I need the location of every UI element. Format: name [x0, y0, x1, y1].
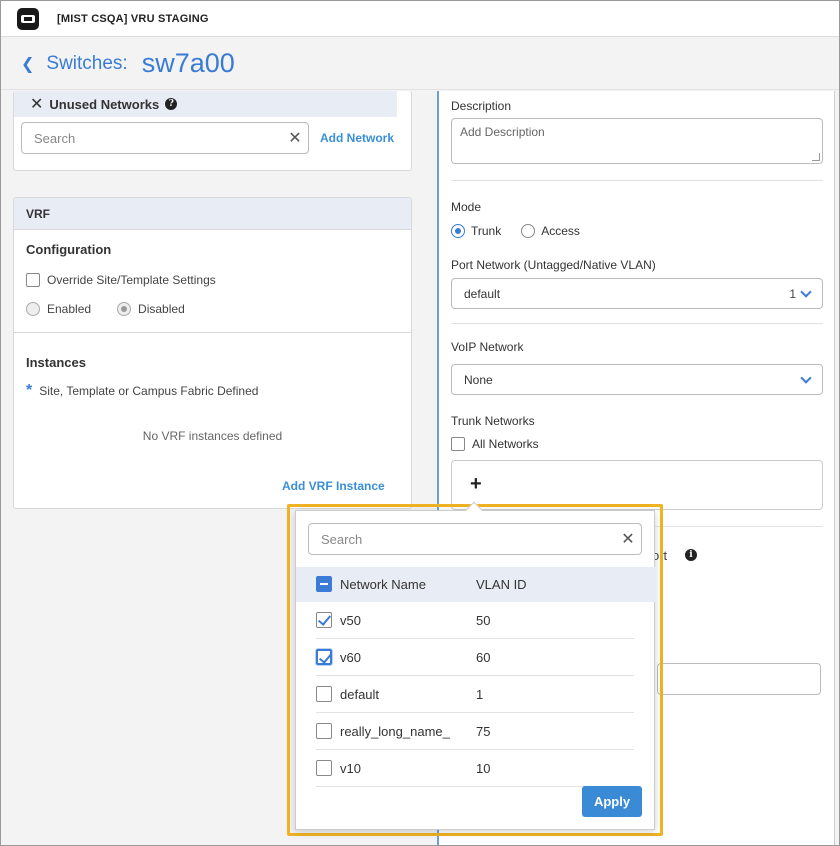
network-table-header: Network Name VLAN ID: [296, 567, 656, 602]
row-checkbox[interactable]: [316, 686, 332, 702]
network-name-cell: really_long_name_: [340, 723, 450, 739]
page-header: ❮ Switches: sw7a00: [1, 38, 839, 90]
mode-trunk-label[interactable]: Trunk: [471, 224, 501, 238]
apply-button[interactable]: Apply: [582, 786, 642, 817]
defined-note: Site, Template or Campus Fabric Defined: [39, 384, 259, 398]
port-network-select[interactable]: default 1: [451, 278, 823, 309]
select-all-checkbox[interactable]: [316, 576, 332, 592]
vrf-header: VRF: [14, 198, 411, 230]
unused-networks-title: Unused Networks: [49, 96, 160, 112]
vrf-disabled-radio: [117, 302, 132, 316]
top-bar: [MIST CSQA] VRU STAGING: [1, 1, 839, 37]
vrf-enabled-row: Enabled Disabled: [26, 302, 185, 316]
breadcrumb-switches[interactable]: Switches:: [46, 53, 127, 75]
mode-radio-group: Trunk Access: [451, 224, 580, 238]
port-network-count: 1: [789, 286, 796, 301]
row-checkbox[interactable]: [316, 612, 332, 628]
description-textarea[interactable]: Add Description: [451, 118, 823, 164]
table-row[interactable]: v60 60: [316, 639, 634, 676]
mist-logo-icon[interactable]: [17, 7, 39, 30]
table-row[interactable]: default 1: [316, 676, 634, 713]
vrf-enabled-radio: [26, 302, 40, 316]
table-row[interactable]: v10 10: [316, 750, 634, 787]
vrf-disabled-label: Disabled: [138, 302, 185, 316]
vlan-id-cell: 60: [476, 649, 491, 665]
voip-network-value: None: [464, 372, 493, 387]
mode-access-radio[interactable]: [521, 224, 536, 238]
network-picker-popup: ✕ Network Name VLAN ID v50 50 v60 60 def…: [295, 501, 656, 830]
vrf-instances-title: Instances: [26, 355, 86, 370]
add-network-link[interactable]: Add Network: [320, 131, 394, 145]
mode-trunk-radio[interactable]: [451, 224, 465, 238]
help-icon[interactable]: ?: [165, 98, 178, 110]
network-name-cell: v60: [340, 649, 361, 665]
app-frame: [MIST CSQA] VRU STAGING ❮ Switches: sw7a…: [0, 0, 840, 846]
port-network-value: default: [464, 286, 501, 301]
column-network-name[interactable]: Network Name: [340, 577, 426, 592]
divider: [451, 180, 823, 181]
unused-networks-card: ✕ Unused Networks ? ✕ Add Network: [13, 91, 412, 171]
vlan-id-cell: 50: [476, 612, 491, 628]
chevron-down-icon[interactable]: [800, 286, 812, 298]
collapse-icon[interactable]: ✕: [30, 94, 43, 114]
table-row[interactable]: really_long_name_ 75: [316, 713, 634, 750]
mode-label: Mode: [451, 200, 482, 214]
unused-networks-header[interactable]: ✕ Unused Networks ?: [14, 91, 397, 117]
divider: [14, 332, 411, 333]
network-name-cell: default: [340, 686, 380, 702]
empty-vrf-text: No VRF instances defined: [142, 429, 283, 443]
description-label: Description: [451, 99, 512, 113]
asterisk-icon: *: [26, 382, 33, 399]
page-title: sw7a00: [141, 48, 235, 78]
partial-input-field[interactable]: [657, 663, 821, 695]
override-settings-row[interactable]: Override Site/Template Settings: [26, 273, 216, 287]
voip-network-select[interactable]: None: [451, 364, 823, 395]
back-chevron-icon[interactable]: ❮: [21, 54, 34, 74]
mode-access-label[interactable]: Access: [541, 224, 580, 238]
description-placeholder: Add Description: [460, 125, 545, 139]
network-picker-search: ✕: [308, 523, 642, 555]
row-checkbox[interactable]: [316, 760, 332, 776]
override-settings-checkbox[interactable]: [26, 273, 40, 287]
info-icon[interactable]: i: [685, 549, 697, 561]
table-row[interactable]: v50 50: [316, 602, 634, 639]
vlan-id-cell: 75: [476, 723, 491, 739]
chevron-down-icon[interactable]: [800, 372, 812, 384]
unused-networks-search: ✕: [21, 122, 309, 154]
network-picker-search-input[interactable]: [309, 524, 615, 554]
port-network-label: Port Network (Untagged/Native VLAN): [451, 258, 656, 272]
add-vrf-instance-link[interactable]: Add VRF Instance: [282, 479, 385, 493]
column-vlan-id[interactable]: VLAN ID: [476, 577, 527, 592]
row-checkbox[interactable]: [316, 723, 332, 739]
voip-network-label: VoIP Network: [451, 340, 524, 354]
vlan-id-cell: 1: [476, 686, 484, 702]
all-networks-row[interactable]: All Networks: [451, 437, 539, 451]
org-title: [MIST CSQA] VRU STAGING: [57, 12, 209, 25]
divider: [451, 323, 823, 324]
resize-grip-icon[interactable]: [812, 153, 820, 161]
vrf-card: VRF Configuration Override Site/Template…: [13, 197, 412, 509]
defined-note-row: * Site, Template or Campus Fabric Define…: [26, 382, 258, 400]
clear-search-icon[interactable]: ✕: [615, 529, 641, 549]
plus-icon[interactable]: +: [470, 473, 482, 496]
override-settings-label: Override Site/Template Settings: [47, 273, 216, 287]
vrf-configuration-title: Configuration: [26, 242, 112, 257]
all-networks-checkbox[interactable]: [451, 437, 465, 451]
network-name-cell: v10: [340, 760, 361, 776]
trunk-networks-box[interactable]: +: [451, 460, 823, 510]
network-name-cell: v50: [340, 612, 361, 628]
vlan-id-cell: 10: [476, 760, 491, 776]
all-networks-label: All Networks: [472, 437, 539, 451]
row-checkbox[interactable]: [316, 649, 332, 665]
clear-search-icon[interactable]: ✕: [282, 128, 308, 148]
trunk-networks-label: Trunk Networks: [451, 414, 535, 428]
vrf-enabled-label: Enabled: [47, 302, 92, 316]
unused-networks-search-input[interactable]: [22, 123, 282, 153]
